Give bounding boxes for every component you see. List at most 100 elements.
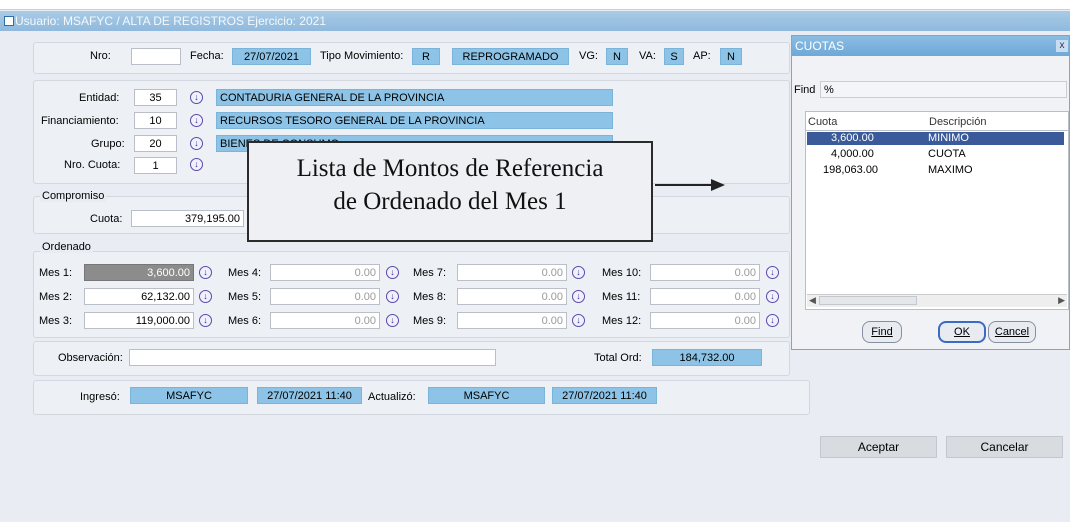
row-cuota: 198,063.00 [823, 164, 879, 176]
financiamiento-lov-icon[interactable]: ↓ [190, 114, 203, 127]
mes-11-lov-icon[interactable]: ↓ [766, 290, 779, 303]
mes-4-lov-icon[interactable]: ↓ [386, 266, 399, 279]
mes-7-lov-icon[interactable]: ↓ [572, 266, 585, 279]
nro-cuota-lov-icon[interactable]: ↓ [190, 158, 203, 171]
dialog-titlebar: CUOTAS x [792, 36, 1069, 56]
mes-12-label: Mes 12: [602, 315, 642, 327]
header-divider [806, 130, 1068, 131]
mes-3-label: Mes 3: [39, 315, 73, 327]
mes-3-lov-icon[interactable]: ↓ [199, 314, 212, 327]
mes-7-field[interactable]: 0.00 [457, 264, 567, 281]
va-label: VA: [639, 50, 656, 62]
list-row[interactable]: 198,063.00 MAXIMO [807, 164, 1064, 177]
mes-1-lov-icon[interactable]: ↓ [199, 266, 212, 279]
column-header-cuota[interactable]: Cuota [808, 116, 837, 128]
actualizo-user-field: MSAFYC [428, 387, 545, 404]
cuotas-lov-dialog: CUOTAS x Find % Cuota Descripción 3,600.… [791, 35, 1070, 350]
mes-9-field[interactable]: 0.00 [457, 312, 567, 329]
ingreso-date-field: 27/07/2021 11:40 [257, 387, 362, 404]
total-ord-label: Total Ord: [594, 352, 642, 364]
scrollbar-thumb[interactable] [819, 296, 917, 305]
compromiso-cuota-field[interactable]: 379,195.00 [131, 210, 244, 227]
mes-6-field[interactable]: 0.00 [270, 312, 380, 329]
mes-6-lov-icon[interactable]: ↓ [386, 314, 399, 327]
dialog-title: CUOTAS [795, 39, 845, 53]
dialog-close-icon[interactable]: x [1056, 40, 1068, 52]
entidad-label: Entidad: [79, 92, 120, 104]
row-cuota: 3,600.00 [831, 132, 874, 144]
mes-10-lov-icon[interactable]: ↓ [766, 266, 779, 279]
row-desc: MAXIMO [928, 164, 973, 176]
mes-9-lov-icon[interactable]: ↓ [572, 314, 585, 327]
find-btn-label: Find [871, 326, 893, 338]
row-cuota: 4,000.00 [831, 148, 874, 160]
find-label: Find [794, 84, 816, 96]
financiamiento-label: Financiamiento: [41, 115, 119, 127]
fecha-label: Fecha: [190, 50, 224, 62]
top-strip [0, 0, 1070, 10]
mes-11-label: Mes 11: [602, 291, 641, 303]
mes-3-field[interactable]: 119,000.00 [84, 312, 194, 329]
mes-10-field[interactable]: 0.00 [650, 264, 760, 281]
tipo-desc-field: REPROGRAMADO [452, 48, 569, 65]
list-row[interactable]: 4,000.00 CUOTA [807, 148, 1064, 161]
tipo-code-field[interactable]: R [412, 48, 440, 65]
mes-12-field[interactable]: 0.00 [650, 312, 760, 329]
mes-5-label: Mes 5: [228, 291, 262, 303]
ap-field[interactable]: N [720, 48, 742, 65]
mes-8-label: Mes 8: [413, 291, 447, 303]
nro-cuota-label: Nro. Cuota: [64, 159, 121, 171]
ap-label: AP: [693, 50, 711, 62]
cancelar-button[interactable]: Cancelar [946, 436, 1063, 458]
dialog-find-button[interactable]: Find [862, 321, 902, 343]
mes-4-field[interactable]: 0.00 [270, 264, 380, 281]
mes-7-label: Mes 7: [413, 267, 447, 279]
nro-field[interactable] [131, 48, 181, 65]
mes-8-lov-icon[interactable]: ↓ [572, 290, 585, 303]
mes-8-field[interactable]: 0.00 [457, 288, 567, 305]
nro-label: Nro: [90, 50, 111, 62]
mes-1-label: Mes 1: [39, 267, 73, 279]
entidad-code-field[interactable]: 35 [134, 89, 177, 106]
list-row[interactable]: 3,600.00 MINIMO [807, 132, 1064, 145]
window-titlebar: Usuario: MSAFYC / ALTA DE REGISTROS Ejer… [0, 11, 1070, 31]
mes-6-label: Mes 6: [228, 315, 262, 327]
horizontal-scrollbar[interactable]: ◀ ▶ [807, 294, 1067, 307]
column-header-descripcion[interactable]: Descripción [929, 116, 986, 128]
mes-5-lov-icon[interactable]: ↓ [386, 290, 399, 303]
fecha-field[interactable]: 27/07/2021 [232, 48, 311, 65]
va-field[interactable]: S [664, 48, 684, 65]
annotation-arrow [655, 184, 715, 186]
vg-field[interactable]: N [606, 48, 628, 65]
financiamiento-code-field[interactable]: 10 [134, 112, 177, 129]
grupo-code-field[interactable]: 20 [134, 135, 177, 152]
observacion-field[interactable] [129, 349, 496, 366]
cuotas-list[interactable]: Cuota Descripción 3,600.00 MINIMO 4,000.… [805, 111, 1069, 310]
mes-2-label: Mes 2: [39, 291, 73, 303]
mes-10-label: Mes 10: [602, 267, 642, 279]
scroll-left-icon[interactable]: ◀ [809, 295, 816, 306]
ingreso-user-field: MSAFYC [130, 387, 248, 404]
annotation-line-2: de Ordenado del Mes 1 [333, 188, 567, 215]
mes-2-field[interactable]: 62,132.00 [84, 288, 194, 305]
annotation-arrowhead [711, 179, 725, 191]
mes-5-field[interactable]: 0.00 [270, 288, 380, 305]
aceptar-button[interactable]: Aceptar [820, 436, 937, 458]
dialog-cancel-button[interactable]: Cancel [988, 321, 1036, 343]
ok-btn-label: OK [954, 326, 970, 338]
grupo-lov-icon[interactable]: ↓ [190, 137, 203, 150]
nro-cuota-field[interactable]: 1 [134, 157, 177, 174]
mes-1-field[interactable]: 3,600.00 [84, 264, 194, 281]
vg-label: VG: [579, 50, 598, 62]
entidad-lov-icon[interactable]: ↓ [190, 91, 203, 104]
mes-2-lov-icon[interactable]: ↓ [199, 290, 212, 303]
annotation-line-1: Lista de Montos de Referencia [296, 155, 604, 182]
mes-12-lov-icon[interactable]: ↓ [766, 314, 779, 327]
mes-9-label: Mes 9: [413, 315, 447, 327]
cancel-btn-label: Cancel [994, 326, 1030, 338]
scroll-right-icon[interactable]: ▶ [1058, 295, 1065, 306]
grupo-label: Grupo: [91, 138, 125, 150]
mes-11-field[interactable]: 0.00 [650, 288, 760, 305]
dialog-ok-button[interactable]: OK [938, 321, 986, 343]
find-input[interactable]: % [820, 81, 1067, 98]
